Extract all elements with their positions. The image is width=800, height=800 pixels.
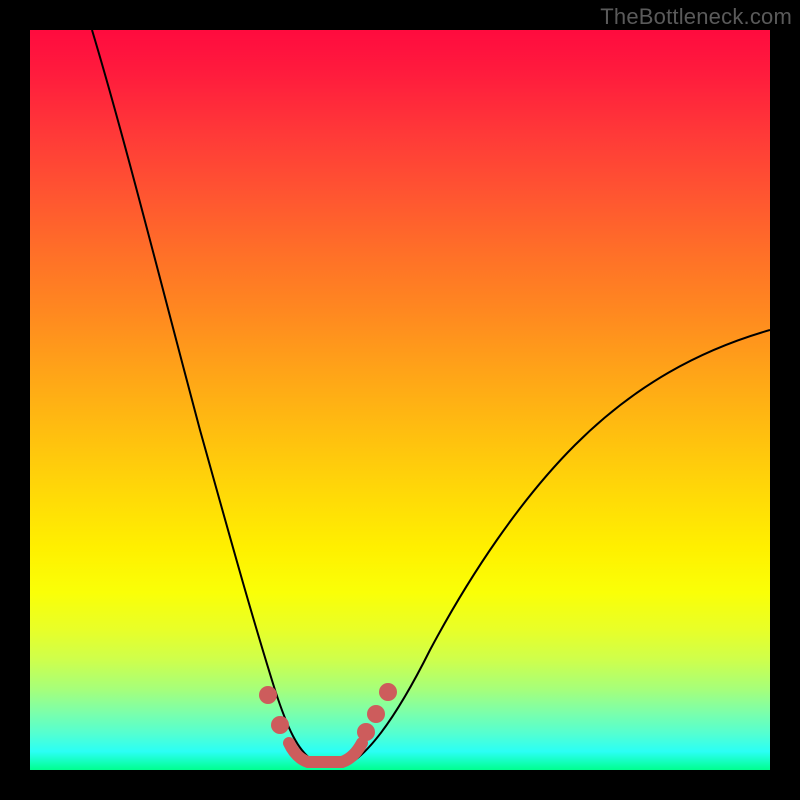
watermark-text: TheBottleneck.com xyxy=(600,4,792,30)
bottleneck-curve-svg xyxy=(30,30,770,770)
chart-frame: TheBottleneck.com xyxy=(0,0,800,800)
marker-dot-left-2 xyxy=(271,716,289,734)
curve-left-branch xyxy=(92,30,312,760)
marker-dot-left-1 xyxy=(259,686,277,704)
marker-dot-right-1 xyxy=(357,723,375,741)
plot-area xyxy=(30,30,770,770)
marker-dot-right-3 xyxy=(379,683,397,701)
marker-dot-right-2 xyxy=(367,705,385,723)
curve-right-branch xyxy=(355,330,770,760)
